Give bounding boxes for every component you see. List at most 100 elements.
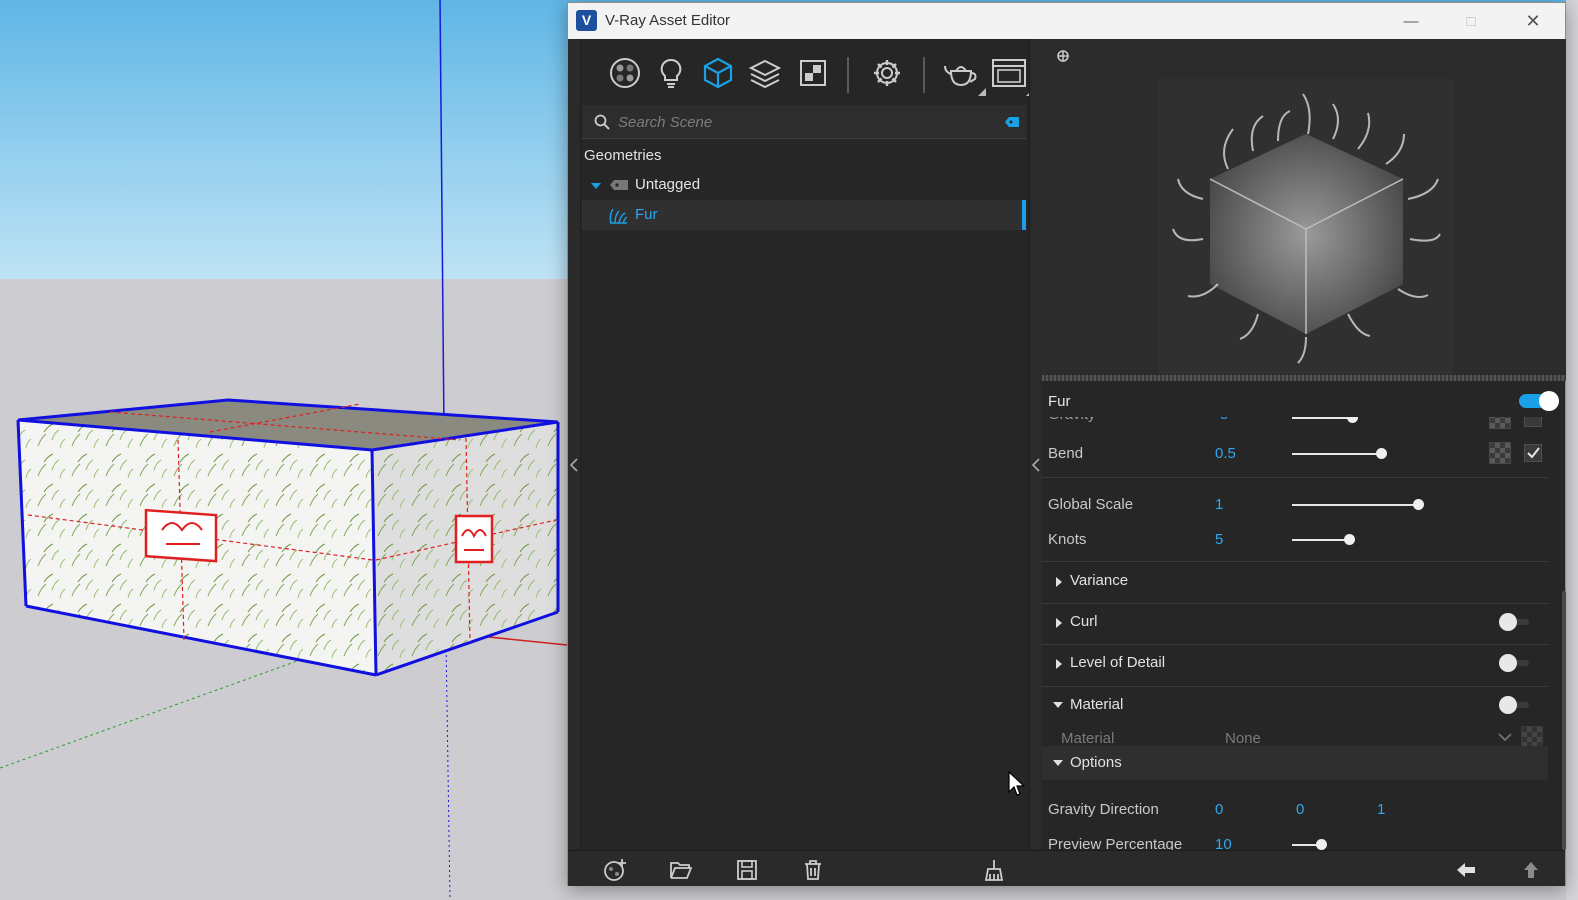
expand-arrow-icon[interactable] — [1056, 577, 1062, 587]
separator — [1042, 477, 1548, 478]
category-toolbar — [605, 53, 1045, 97]
gravity-direction-x[interactable]: 0 — [1215, 801, 1223, 818]
search-icon — [594, 114, 610, 130]
gravity-direction-y[interactable]: 0 — [1296, 801, 1304, 818]
delete-icon[interactable] — [800, 857, 826, 883]
purge-broom-icon[interactable] — [981, 857, 1007, 883]
global-scale-slider-thumb[interactable] — [1413, 499, 1424, 510]
asset-list-pane: Geometries Untagged Fur — [581, 39, 1042, 850]
options-rollout[interactable]: Options — [1042, 746, 1548, 780]
viewport-right-strip — [1566, 0, 1578, 900]
asset-editor-window[interactable]: V V-Ray Asset Editor — □ ✕ Search Scene … — [567, 2, 1566, 886]
search-bar — [582, 105, 1026, 139]
fur-icon — [609, 208, 628, 224]
preview-percentage-label: Preview Percentage — [1048, 836, 1183, 850]
back-arrow-icon[interactable] — [1453, 857, 1479, 883]
render-teapot-icon[interactable] — [941, 53, 981, 93]
pane-divider[interactable] — [1030, 39, 1042, 850]
properties-scrollbar[interactable] — [1562, 591, 1566, 850]
blue-axis-line — [439, 0, 445, 431]
frame-buffer-icon[interactable] — [989, 53, 1029, 93]
fur-enable-toggle[interactable] — [1519, 390, 1559, 411]
search-input[interactable] — [618, 111, 978, 133]
material-rollout[interactable]: Material — [1070, 696, 1123, 713]
fur-component-marker-front — [144, 508, 218, 563]
bend-slider-thumb[interactable] — [1376, 448, 1387, 459]
vray-logo-icon: V — [576, 10, 597, 31]
global-scale-value[interactable]: 1 — [1215, 496, 1223, 513]
separator — [1042, 561, 1548, 562]
add-asset-icon[interactable] — [602, 857, 628, 883]
title-bar[interactable]: V V-Ray Asset Editor — □ ✕ — [568, 3, 1565, 39]
tag-filter-icon[interactable] — [1004, 116, 1020, 128]
curl-toggle[interactable] — [1499, 613, 1529, 631]
layers-icon[interactable] — [745, 53, 785, 93]
options-label: Options — [1070, 754, 1122, 771]
tree-group-untagged[interactable]: Untagged — [582, 170, 1026, 200]
collapse-middle-icon[interactable] — [1030, 455, 1042, 475]
minimize-button[interactable]: — — [1381, 3, 1441, 39]
level-of-detail-rollout[interactable]: Level of Detail — [1070, 654, 1165, 671]
collapse-left-icon[interactable] — [568, 455, 580, 475]
separator — [1042, 603, 1548, 604]
bend-texture-slot[interactable] — [1489, 442, 1511, 464]
tree-group-label: Untagged — [635, 176, 701, 193]
material-dropdown[interactable]: None — [1225, 730, 1261, 747]
preview-percentage-value[interactable]: 10 — [1215, 836, 1232, 850]
knots-slider[interactable] — [1292, 539, 1350, 541]
level-of-detail-toggle[interactable] — [1499, 654, 1529, 672]
up-arrow-icon[interactable] — [1518, 857, 1544, 883]
variance-rollout[interactable]: Variance — [1070, 572, 1128, 589]
collapse-arrow-icon[interactable] — [1053, 702, 1063, 708]
expand-arrow-icon[interactable] — [591, 183, 601, 189]
gravity-direction-label: Gravity Direction — [1048, 801, 1159, 818]
section-title: Fur — [1048, 393, 1071, 410]
expand-arrow-icon[interactable] — [1056, 659, 1062, 669]
fur-section-header: Fur — [1042, 381, 1559, 417]
bend-slider[interactable] — [1292, 453, 1382, 455]
expand-arrow-icon[interactable] — [1056, 618, 1062, 628]
bottom-toolbar — [568, 850, 1565, 886]
green-axis-line — [0, 659, 301, 769]
settings-icon[interactable] — [867, 53, 907, 93]
knots-value[interactable]: 5 — [1215, 531, 1223, 548]
tree-header-geometries: Geometries — [584, 147, 662, 164]
lights-icon[interactable] — [651, 53, 691, 93]
global-scale-label: Global Scale — [1048, 496, 1134, 513]
properties-pane: Fur Gravity -5 Bend 0.5 Global — [1029, 39, 1566, 850]
maximize-button[interactable]: □ — [1441, 3, 1501, 39]
gravity-direction-z[interactable]: 1 — [1377, 801, 1385, 818]
gravity-slider[interactable] — [1292, 417, 1352, 419]
bend-label: Bend — [1048, 445, 1084, 462]
open-folder-icon[interactable] — [668, 857, 694, 883]
bend-checkbox[interactable] — [1524, 444, 1542, 462]
pin-preview-icon[interactable] — [1054, 47, 1074, 65]
tree-item-label: Fur — [635, 206, 658, 223]
separator — [1042, 686, 1548, 687]
curl-rollout[interactable]: Curl — [1070, 613, 1098, 630]
separator — [1042, 644, 1548, 645]
geometry-icon[interactable] — [698, 53, 738, 93]
bend-value[interactable]: 0.5 — [1215, 445, 1236, 462]
collapse-arrow-icon[interactable] — [1053, 760, 1063, 766]
render-dropdown-indicator — [978, 88, 986, 96]
fur-component-marker-side — [454, 514, 494, 564]
global-scale-slider[interactable] — [1292, 504, 1420, 506]
material-toggle[interactable] — [1499, 696, 1529, 714]
knots-label: Knots — [1048, 531, 1087, 548]
knots-slider-thumb[interactable] — [1344, 534, 1355, 545]
selection-indicator — [1022, 200, 1026, 230]
chevron-down-icon[interactable] — [1498, 733, 1512, 742]
left-collapse-strip[interactable] — [568, 39, 581, 850]
fur-properties: Fur Gravity -5 Bend 0.5 Global — [1042, 381, 1566, 850]
close-button[interactable]: ✕ — [1503, 3, 1563, 39]
materials-icon[interactable] — [605, 53, 645, 93]
material-preview — [1042, 39, 1566, 379]
material-picker-slot[interactable] — [1521, 726, 1543, 748]
save-icon[interactable] — [734, 857, 760, 883]
toolbar-separator — [847, 57, 849, 93]
preview-percentage-slider-thumb[interactable] — [1316, 839, 1327, 850]
textures-icon[interactable] — [793, 53, 833, 93]
tree-item-fur[interactable]: Fur — [582, 200, 1026, 230]
material-label: Material — [1061, 730, 1115, 747]
